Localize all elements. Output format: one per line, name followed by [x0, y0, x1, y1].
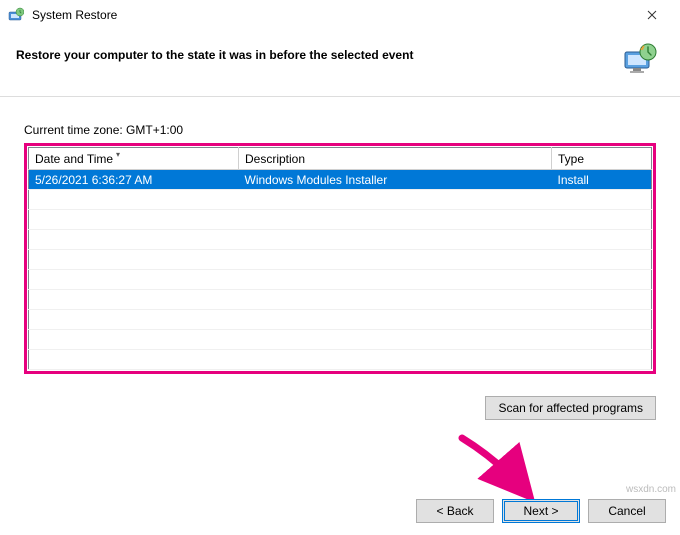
table-body: 5/26/2021 6:36:27 AMWindows Modules Inst… [29, 170, 652, 370]
cell-type: Install [552, 170, 652, 190]
table-row[interactable] [29, 230, 652, 250]
titlebar: System Restore [0, 0, 680, 30]
column-header-type[interactable]: Type [552, 148, 652, 170]
cell-date: 5/26/2021 6:36:27 AM [29, 170, 239, 190]
window-title: System Restore [32, 8, 632, 22]
table-row[interactable] [29, 210, 652, 230]
column-header-date[interactable]: Date and Time ▾ [29, 148, 239, 170]
restore-points-highlight: Date and Time ▾ Description Type 5/26/20… [24, 143, 656, 374]
annotation-arrow-icon [448, 430, 548, 510]
header-heading: Restore your computer to the state it wa… [16, 42, 622, 62]
watermark: wsxdn.com [626, 484, 676, 495]
close-button[interactable] [632, 1, 672, 29]
restore-monitor-icon [622, 42, 658, 78]
table-row[interactable] [29, 270, 652, 290]
sort-indicator-icon: ▾ [116, 150, 120, 159]
wizard-footer: < Back Next > Cancel [416, 499, 666, 523]
table-row[interactable] [29, 350, 652, 370]
cancel-button[interactable]: Cancel [588, 499, 666, 523]
next-button[interactable]: Next > [502, 499, 580, 523]
close-icon [647, 10, 657, 20]
cell-description: Windows Modules Installer [239, 170, 552, 190]
table-row[interactable] [29, 310, 652, 330]
scan-affected-button[interactable]: Scan for affected programs [485, 396, 656, 420]
header-area: Restore your computer to the state it wa… [0, 30, 680, 97]
column-header-date-label: Date and Time [35, 152, 113, 166]
content-area: Current time zone: GMT+1:00 Date and Tim… [0, 97, 680, 430]
restore-points-table[interactable]: Date and Time ▾ Description Type 5/26/20… [28, 147, 652, 370]
scan-row: Scan for affected programs [24, 396, 656, 420]
table-row[interactable] [29, 290, 652, 310]
timezone-label: Current time zone: GMT+1:00 [24, 123, 656, 137]
table-row[interactable] [29, 190, 652, 210]
table-row[interactable] [29, 330, 652, 350]
table-row[interactable] [29, 250, 652, 270]
table-header-row: Date and Time ▾ Description Type [29, 148, 652, 170]
table-row[interactable]: 5/26/2021 6:36:27 AMWindows Modules Inst… [29, 170, 652, 190]
back-button[interactable]: < Back [416, 499, 494, 523]
column-header-description[interactable]: Description [239, 148, 552, 170]
system-restore-icon [8, 7, 24, 23]
